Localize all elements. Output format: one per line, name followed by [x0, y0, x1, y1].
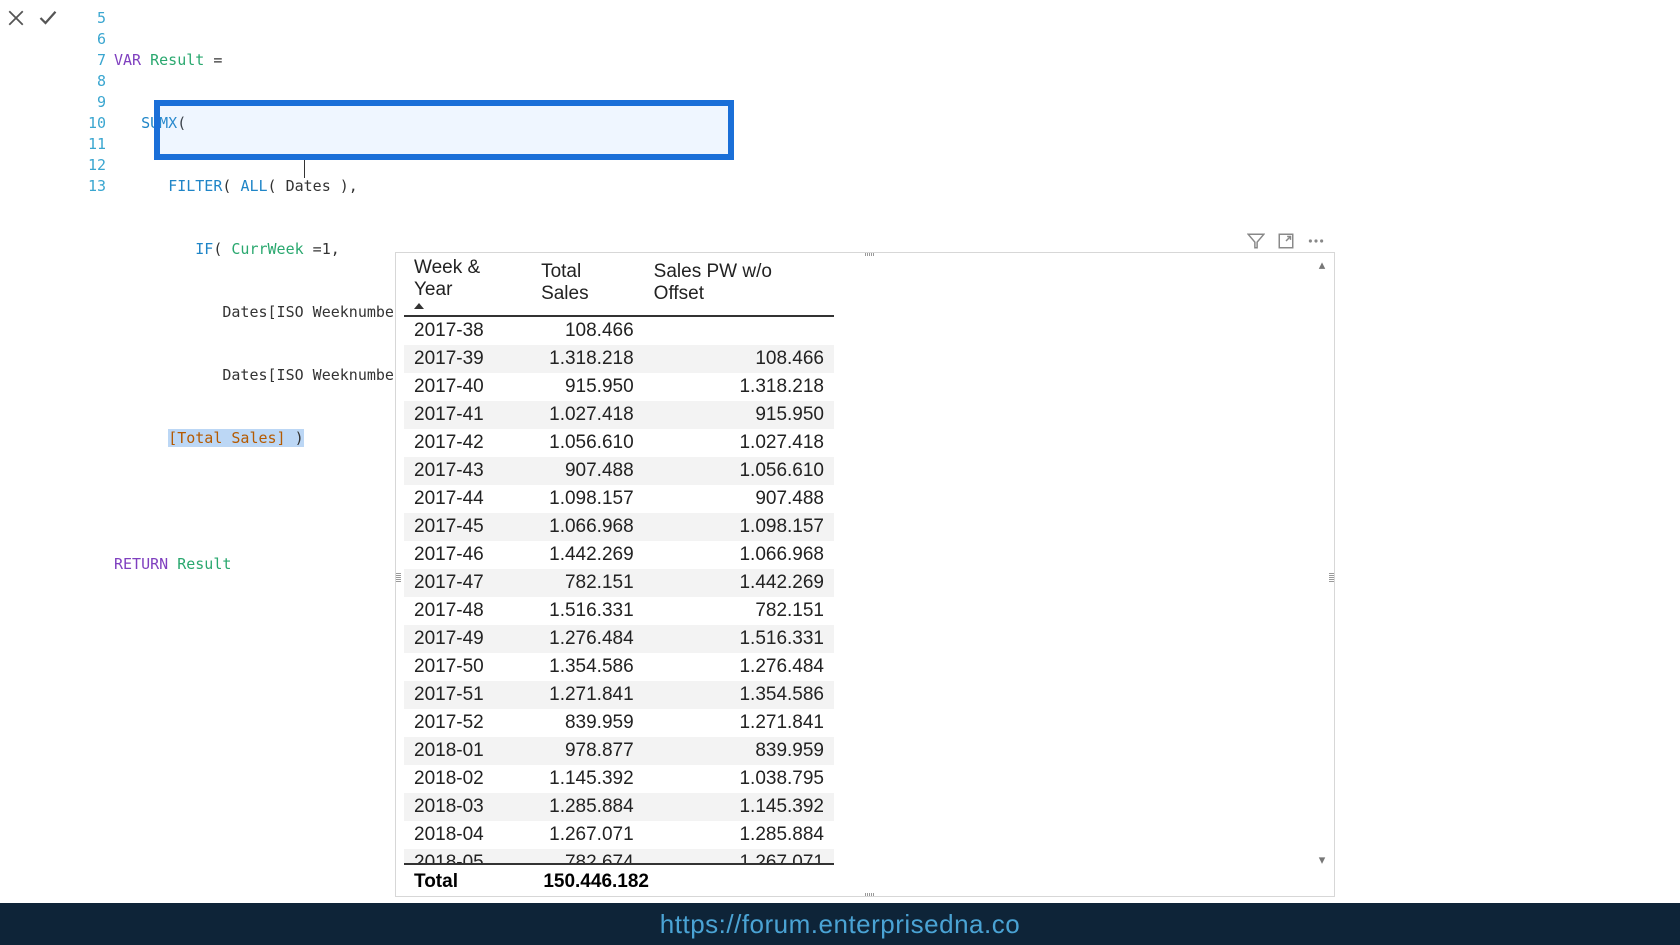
col-total-sales[interactable]: Total Sales: [531, 253, 644, 316]
table-row[interactable]: 2018-031.285.8841.145.392: [404, 793, 834, 821]
col-week-year[interactable]: Week & Year: [404, 253, 531, 316]
table-row[interactable]: 2017-501.354.5861.276.484: [404, 653, 834, 681]
table-row[interactable]: 2018-01978.877839.959: [404, 737, 834, 765]
table-row[interactable]: 2017-47782.1511.442.269: [404, 569, 834, 597]
table-row[interactable]: 2017-421.056.6101.027.418: [404, 429, 834, 457]
line-number-gutter: 5678910111213: [78, 8, 106, 197]
cancel-button[interactable]: [4, 6, 28, 30]
resize-grip-right[interactable]: [1329, 573, 1335, 583]
table-row[interactable]: 2017-391.318.218108.466: [404, 345, 834, 373]
table-row[interactable]: 2018-021.145.3921.038.795: [404, 765, 834, 793]
table-header-row[interactable]: Week & Year Total Sales Sales PW w/o Off…: [404, 253, 834, 316]
table-row[interactable]: 2017-38108.466: [404, 316, 834, 345]
commit-button[interactable]: [36, 6, 60, 30]
scroll-up-icon[interactable]: ▴: [1314, 257, 1330, 273]
table-row[interactable]: 2017-40915.9501.318.218: [404, 373, 834, 401]
table-row[interactable]: 2018-041.267.0711.285.884: [404, 821, 834, 849]
table-row[interactable]: 2017-511.271.8411.354.586: [404, 681, 834, 709]
text-cursor-icon: [304, 160, 305, 178]
background-label: Sal Su: [0, 18, 64, 162]
table-total-row: Total 150.446.182: [404, 863, 834, 897]
table-row[interactable]: 2017-451.066.9681.098.157: [404, 513, 834, 541]
table-row[interactable]: 2018-05782.6741.267.071: [404, 849, 834, 863]
table-row[interactable]: 2017-481.516.331782.151: [404, 597, 834, 625]
scroll-down-icon[interactable]: ▾: [1314, 852, 1330, 868]
table-row[interactable]: 2017-411.027.418915.950: [404, 401, 834, 429]
table-row[interactable]: 2017-461.442.2691.066.968: [404, 541, 834, 569]
resize-grip-left[interactable]: [395, 573, 401, 583]
table-row[interactable]: 2017-491.276.4841.516.331: [404, 625, 834, 653]
table-visual[interactable]: ▴ ▾ Week & Year Total Sales Sales PW w/o…: [395, 252, 1335, 897]
table-row[interactable]: 2017-52839.9591.271.841: [404, 709, 834, 737]
resize-grip-bottom[interactable]: [865, 893, 875, 897]
resize-grip-top[interactable]: [865, 252, 875, 256]
col-sales-pw[interactable]: Sales PW w/o Offset: [644, 253, 834, 316]
footer-link[interactable]: https://forum.enterprisedna.co: [0, 903, 1680, 945]
table-row[interactable]: 2017-43907.4881.056.610: [404, 457, 834, 485]
table-row[interactable]: 2017-441.098.157907.488: [404, 485, 834, 513]
